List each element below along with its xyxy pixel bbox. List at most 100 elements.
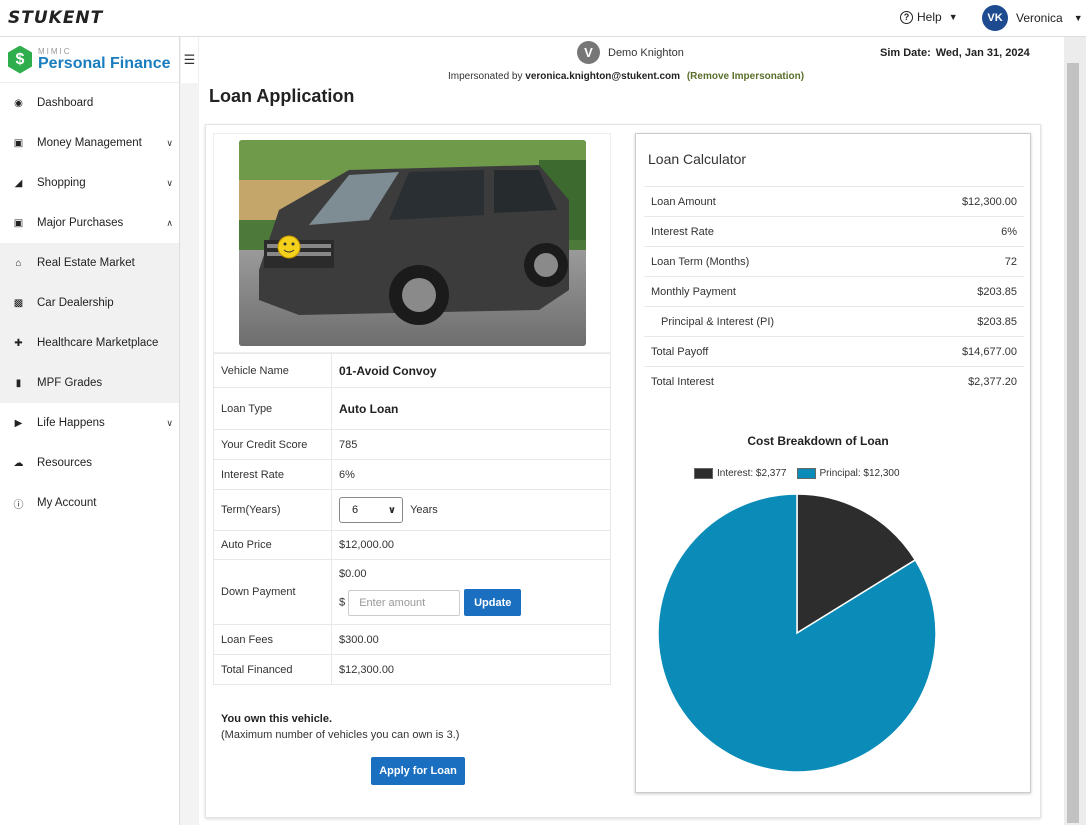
dashboard-icon: ◉ [14, 97, 23, 109]
help-label: Help [917, 10, 942, 24]
table-row: Down Payment $0.00 $ Enter amount Update [213, 559, 611, 625]
sidebar-item-shopping[interactable]: ◢ Shopping ∨ [0, 163, 179, 203]
chevron-down-icon: ∨ [166, 417, 173, 428]
cart-icon: ◢ [14, 177, 23, 189]
calc-row-value: $2,377.20 [968, 375, 1017, 388]
ownership-max: (Maximum number of vehicles you can own … [221, 729, 460, 741]
sidebar-item-major-purchases[interactable]: ▣ Major Purchases ∧ [0, 203, 179, 243]
avatar: VK [982, 5, 1008, 31]
calc-row-label: Principal & Interest (PI) [661, 315, 775, 328]
avatar: V [577, 41, 600, 64]
sim-date-label: Sim Date: [880, 47, 931, 59]
calc-row-total-interest: Total Interest $2,377.20 [644, 366, 1024, 396]
chevron-down-icon: ▼ [1073, 13, 1083, 23]
calc-row-monthly-payment: Monthly Payment $203.85 [644, 276, 1024, 306]
loan-type-label: Loan Type [213, 387, 332, 430]
sidebar-item-label: Dashboard [37, 97, 94, 109]
sidebar-item-money-management[interactable]: ▣ Money Management ∨ [0, 123, 179, 163]
impersonated-name: Demo Knighton [608, 46, 684, 59]
sidebar-item-life-happens[interactable]: ▶ Life Happens ∨ [0, 403, 179, 443]
table-row: Vehicle Name 01-Avoid Convoy [213, 353, 611, 388]
sidebar-item-label: Car Dealership [37, 297, 114, 309]
legend-label-interest: Interest: $2,377 [717, 468, 787, 479]
chart-title: Cost Breakdown of Loan [747, 434, 889, 448]
vehicle-image [239, 140, 586, 346]
chevron-up-icon: ∧ [166, 217, 173, 228]
chevron-down-icon: ▼ [948, 12, 958, 22]
term-select[interactable]: 6 ∨ [339, 497, 403, 523]
ownership-status: You own this vehicle. [221, 713, 333, 725]
sidebar-item-mpf-grades[interactable]: ▮ MPF Grades [0, 363, 179, 403]
hamburger-menu-icon[interactable]: ☰ [181, 37, 199, 83]
term-unit: Years [410, 504, 438, 516]
loan-type-value: Auto Loan [331, 387, 611, 430]
calc-row-total-payoff: Total Payoff $14,677.00 [644, 336, 1024, 366]
remove-impersonation-link[interactable]: (Remove Impersonation) [687, 71, 804, 82]
dollar-hex-icon: $ [8, 45, 32, 74]
sidebar-item-dashboard[interactable]: ◉ Dashboard [0, 83, 179, 123]
auto-price-label: Auto Price [213, 530, 332, 560]
loan-details-table: Vehicle Name 01-Avoid Convoy Loan Type A… [213, 353, 611, 685]
down-payment-input[interactable]: Enter amount [348, 589, 461, 616]
calc-row-loan-amount: Loan Amount $12,300.00 [644, 186, 1024, 216]
home-icon: ⌂ [15, 257, 22, 269]
page-title: Loan Application [209, 86, 355, 106]
sidebar-item-my-account[interactable]: ⓘ My Account [0, 483, 179, 523]
sidebar-item-car-dealership[interactable]: ▩ Car Dealership [0, 283, 179, 323]
scrollbar[interactable] [1064, 37, 1086, 825]
calc-row-interest-rate: Interest Rate 6% [644, 216, 1024, 246]
down-payment-value: $0.00 [339, 568, 367, 580]
sim-date-value: Wed, Jan 31, 2024 [935, 47, 1030, 59]
update-button[interactable]: Update [464, 589, 522, 616]
sidebar: $ MIMIC Personal Finance ◉ Dashboard ▣ M… [0, 37, 180, 825]
money-icon: ▣ [13, 137, 24, 149]
legend-swatch-principal [796, 468, 816, 479]
currency-symbol: $ [339, 596, 346, 609]
total-financed-value: $12,300.00 [331, 654, 611, 685]
sidebar-item-label: Money Management [37, 137, 142, 149]
sidebar-item-label: Resources [37, 457, 92, 469]
help-menu[interactable]: ? Help ▼ [900, 10, 958, 24]
apply-for-loan-button[interactable]: Apply for Loan [371, 757, 465, 785]
table-row: Loan Fees $300.00 [213, 624, 611, 655]
ownership-note: You own this vehicle. (Maximum number of… [221, 711, 459, 743]
down-payment-label: Down Payment [213, 559, 332, 625]
chevron-down-icon: ∨ [166, 177, 173, 188]
calc-row-value: $203.85 [977, 315, 1017, 328]
sidebar-item-label: MPF Grades [37, 377, 103, 389]
impersonation-prefix: Impersonated by [448, 71, 523, 82]
auto-price-value: $12,000.00 [331, 530, 611, 560]
car-icon: ▩ [13, 297, 24, 309]
stukent-logo[interactable]: STUKENT [8, 8, 103, 28]
app-logo[interactable]: $ MIMIC Personal Finance [0, 37, 179, 83]
chevron-down-icon: ∨ [387, 504, 396, 516]
signal-icon: ▮ [15, 377, 22, 389]
top-bar: STUKENT ? Help ▼ VK Veronica ▼ [0, 0, 1086, 37]
sidebar-item-healthcare-marketplace[interactable]: ✚ Healthcare Marketplace [0, 323, 179, 363]
sidebar-item-label: Healthcare Marketplace [37, 337, 159, 349]
table-row: Interest Rate 6% [213, 459, 611, 490]
sidebar-item-label: Life Happens [37, 417, 105, 429]
chart-legend: Interest: $2,377 Principal: $12,300 [694, 468, 900, 479]
impersonated-user: V Demo Knighton [577, 41, 684, 64]
user-menu[interactable]: VK Veronica ▼ [982, 5, 1083, 31]
calc-row-label: Loan Term (Months) [651, 255, 750, 268]
vehicle-image-frame [213, 133, 611, 353]
sidebar-item-label: Major Purchases [37, 217, 124, 229]
sidebar-item-real-estate-market[interactable]: ⌂ Real Estate Market [0, 243, 179, 283]
loan-fees-value: $300.00 [331, 624, 611, 655]
scrollbar-thumb[interactable] [1067, 63, 1079, 823]
calc-row-label: Monthly Payment [651, 285, 736, 298]
sidebar-item-resources[interactable]: ☁ Resources [0, 443, 179, 483]
credit-score-value: 785 [331, 429, 611, 460]
calc-row-value: $12,300.00 [961, 195, 1017, 208]
question-circle-icon: ? [900, 10, 913, 24]
legend-swatch-interest [694, 468, 713, 479]
impersonation-line: Impersonated by veronica.knighton@stuken… [448, 71, 804, 82]
interest-rate-label: Interest Rate [213, 459, 332, 490]
vehicle-name-value: 01-Avoid Convoy [331, 353, 611, 388]
calc-row-loan-term: Loan Term (Months) 72 [644, 246, 1024, 276]
medkit-icon: ✚ [14, 337, 23, 349]
calc-row-label: Interest Rate [651, 225, 714, 238]
cost-breakdown-pie [657, 493, 937, 773]
